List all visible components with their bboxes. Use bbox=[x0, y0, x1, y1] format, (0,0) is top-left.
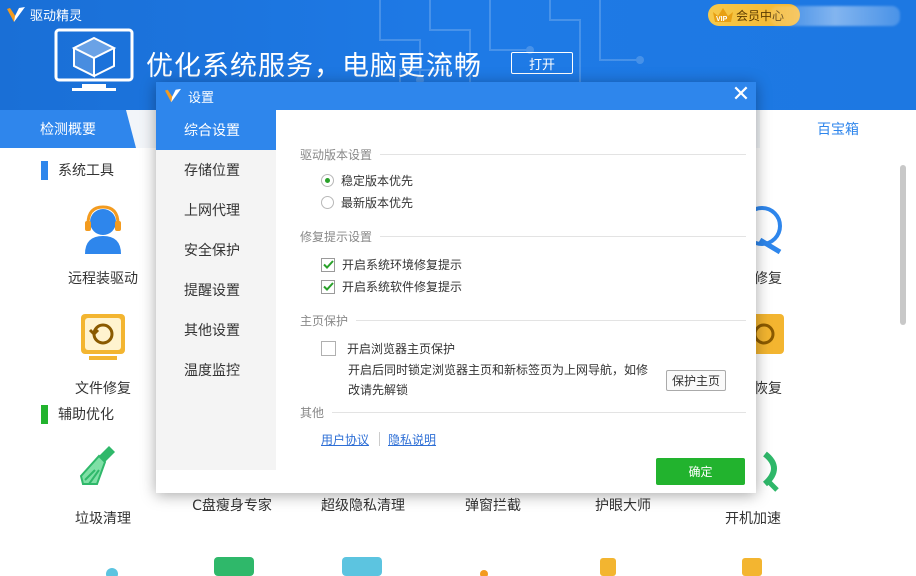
tool-label: 护眼大师 bbox=[595, 498, 651, 514]
group-title-label: 修复提示设置 bbox=[300, 230, 373, 244]
divider bbox=[380, 236, 746, 237]
divider bbox=[380, 154, 746, 155]
checkbox-unchecked-icon bbox=[321, 341, 336, 356]
user-agreement-link[interactable]: 用户协议 bbox=[321, 431, 369, 448]
section-marker bbox=[41, 404, 48, 424]
radio-latest-version[interactable]: 最新版本优先 bbox=[321, 194, 413, 211]
tool-c-drive-slim[interactable]: C盘瘦身专家 bbox=[172, 495, 292, 515]
checkbox-browser-homepage-protect[interactable]: 开启浏览器主页保护 bbox=[321, 340, 455, 357]
privacy-link[interactable]: 隐私说明 bbox=[388, 431, 436, 448]
main-scrollbar[interactable] bbox=[900, 165, 906, 325]
tool-eye-care[interactable]: 护眼大师 bbox=[563, 495, 683, 515]
checkbox-software-repair-prompt[interactable]: 开启系统软件修复提示 bbox=[321, 278, 462, 295]
tab-toolbox[interactable]: 百宝箱 bbox=[760, 110, 916, 148]
sidebar-item-reminder[interactable]: 提醒设置 bbox=[156, 270, 276, 310]
svg-text:VIP: VIP bbox=[716, 16, 728, 23]
settings-content: 驱动版本设置 稳定版本优先 最新版本优先 修复提示设置 开启系统环境修复提示 开… bbox=[276, 110, 756, 493]
tool-label: 文件修复 bbox=[75, 381, 131, 397]
vip-crown-icon: VIP bbox=[713, 8, 733, 23]
sidebar-item-proxy[interactable]: 上网代理 bbox=[156, 190, 276, 230]
group-title-label: 其他 bbox=[300, 406, 325, 420]
network-repair-icon bbox=[742, 206, 782, 255]
customer-service-icon bbox=[85, 205, 121, 254]
option-label: 最新版本优先 bbox=[341, 196, 414, 210]
dialog-title: 设置 bbox=[188, 90, 215, 106]
option-label: 开启浏览器主页保护 bbox=[347, 342, 456, 356]
close-icon[interactable]: ✕ bbox=[730, 84, 752, 107]
divider bbox=[332, 412, 746, 413]
group-title-label: 主页保护 bbox=[300, 314, 349, 328]
section-title-label: 系统工具 bbox=[58, 163, 114, 179]
radio-stable-version[interactable]: 稳定版本优先 bbox=[321, 172, 413, 189]
tool-privacy-clean[interactable]: 超级隐私清理 bbox=[303, 495, 423, 515]
section-marker bbox=[41, 160, 48, 180]
tool-label: 超级隐私清理 bbox=[321, 498, 405, 514]
system-service-icon bbox=[54, 28, 134, 91]
tab-detection-overview[interactable]: 检测概要 bbox=[0, 110, 136, 148]
settings-sidebar: 综合设置 存储位置 上网代理 安全保护 提醒设置 其他设置 温度监控 bbox=[156, 110, 276, 470]
tool-junk-clean[interactable]: 垃圾清理 bbox=[43, 440, 163, 528]
ok-button[interactable]: 确定 bbox=[656, 458, 745, 485]
blurred-user-info bbox=[770, 6, 900, 26]
dialog-titlebar: 设置 ✕ bbox=[156, 82, 756, 110]
sidebar-item-general[interactable]: 综合设置 bbox=[156, 110, 276, 150]
section-system-tools: 系统工具 bbox=[41, 160, 114, 180]
banner-headline: 优化系统服务，电脑更流畅 bbox=[146, 51, 482, 82]
sidebar-item-security[interactable]: 安全保护 bbox=[156, 230, 276, 270]
tool-label: 远程装驱动 bbox=[68, 271, 138, 287]
sidebar-item-storage[interactable]: 存储位置 bbox=[156, 150, 276, 190]
banner-open-button[interactable]: 打开 bbox=[511, 52, 573, 74]
option-label: 稳定版本优先 bbox=[341, 174, 414, 188]
tool-popup-block[interactable]: 弹窗拦截 bbox=[433, 495, 553, 515]
app-logo: 驱动精灵 bbox=[6, 5, 82, 24]
section-title-label: 辅助优化 bbox=[58, 407, 114, 423]
radio-selected-icon bbox=[321, 174, 334, 187]
next-row-icons-partial bbox=[106, 557, 762, 576]
recover-icon bbox=[750, 314, 784, 354]
tool-file-repair[interactable]: 文件修复 bbox=[43, 310, 163, 398]
section-aux-optimize: 辅助优化 bbox=[41, 404, 114, 424]
broom-icon bbox=[79, 446, 115, 485]
app-title: 驱动精灵 bbox=[30, 9, 83, 24]
group-driver-version: 驱动版本设置 bbox=[300, 146, 746, 163]
settings-dialog: 设置 ✕ 综合设置 存储位置 上网代理 安全保护 提醒设置 其他设置 温度监控 … bbox=[156, 82, 756, 493]
protect-homepage-button[interactable]: 保护主页 bbox=[666, 370, 726, 391]
group-repair-prompt: 修复提示设置 bbox=[300, 228, 746, 245]
radio-unselected-icon bbox=[321, 196, 334, 209]
tool-label: C盘瘦身专家 bbox=[192, 498, 272, 514]
tool-label: 垃圾清理 bbox=[75, 511, 131, 527]
group-other: 其他 bbox=[300, 404, 746, 421]
option-label: 开启系统软件修复提示 bbox=[342, 280, 463, 294]
group-homepage-protect: 主页保护 bbox=[300, 312, 746, 329]
tool-label: 弹窗拦截 bbox=[465, 498, 521, 514]
checkbox-env-repair-prompt[interactable]: 开启系统环境修复提示 bbox=[321, 256, 462, 273]
option-label: 开启系统环境修复提示 bbox=[342, 258, 463, 272]
link-separator bbox=[379, 432, 380, 446]
tool-label: 开机加速 bbox=[725, 511, 781, 527]
checkbox-checked-icon bbox=[321, 279, 335, 294]
divider bbox=[356, 320, 746, 321]
sidebar-item-other[interactable]: 其他设置 bbox=[156, 310, 276, 350]
tool-remote-driver[interactable]: 远程装驱动 bbox=[43, 200, 163, 288]
checkbox-checked-icon bbox=[321, 257, 335, 272]
homepage-protect-description: 开启后同时锁定浏览器主页和新标签页为上网导航，如修改请先解锁 bbox=[348, 363, 649, 397]
dialog-logo-icon bbox=[165, 88, 181, 103]
sidebar-item-temperature[interactable]: 温度监控 bbox=[156, 350, 276, 390]
app-logo-icon bbox=[7, 6, 25, 22]
group-title-label: 驱动版本设置 bbox=[300, 148, 373, 162]
file-repair-icon bbox=[81, 314, 125, 360]
